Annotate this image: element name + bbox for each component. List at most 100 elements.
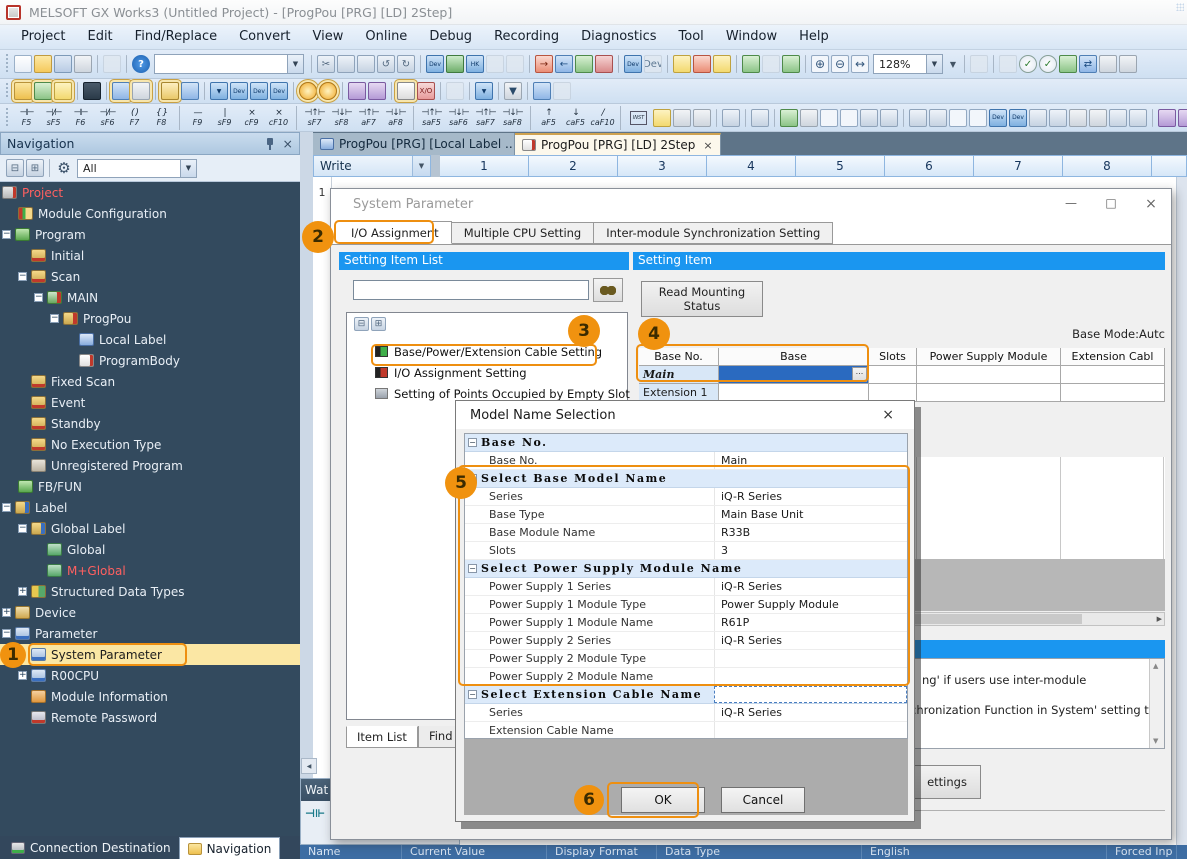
explanation-scrollbar[interactable]: ▲ ▼ <box>1149 659 1164 748</box>
model-grid-row[interactable]: − Power Supply 1 Series iQ-R Series <box>465 578 907 596</box>
edit-note-button[interactable] <box>673 109 691 127</box>
base-cell-selected[interactable]: ... <box>719 366 869 384</box>
model-grid-value[interactable] <box>742 560 907 577</box>
dialog-tab[interactable]: Multiple CPU Setting <box>452 222 595 244</box>
scroll-up-icon[interactable]: ▲ <box>1153 662 1158 670</box>
model-grid-row[interactable]: − Select Extension Cable Name <box>465 686 907 704</box>
ladder-symbol-button[interactable]: —F9 <box>184 106 211 130</box>
jump-next-button[interactable] <box>880 109 898 127</box>
chevron-down-icon[interactable]: ▼ <box>180 160 196 177</box>
menu-item[interactable]: Window <box>715 25 788 49</box>
model-grid-value[interactable] <box>714 668 907 685</box>
unit-chip-button[interactable] <box>83 82 101 100</box>
collapse-icon[interactable]: − <box>468 438 477 447</box>
ladder-symbol-button[interactable]: ( )F7 <box>121 106 148 130</box>
tree-expander-icon[interactable]: − <box>2 629 11 638</box>
nav-tree-item[interactable]: Unregistered Program <box>0 455 300 476</box>
model-grid-row[interactable]: − Base No. <box>465 434 907 452</box>
cell-empty[interactable] <box>869 366 917 384</box>
model-grid-row[interactable]: − Select Power Supply Module Name <box>465 560 907 578</box>
watch-monitor-button[interactable] <box>782 55 800 73</box>
resize-grip[interactable] <box>1176 3 1184 11</box>
mode-dropdown[interactable]: Write ▼ <box>313 155 431 177</box>
check-settings-button[interactable]: ettings <box>913 765 981 799</box>
ladder-symbol-button[interactable]: ⊣↑⊢aF7 <box>355 106 382 130</box>
model-cancel-button[interactable]: Cancel <box>721 787 805 813</box>
swap-window-button[interactable]: ⇄ <box>1079 55 1097 73</box>
nav-tree-item[interactable]: Module Configuration <box>0 203 300 224</box>
model-grid-value[interactable]: 3 <box>714 542 907 559</box>
model-grid-value[interactable]: R33B <box>714 524 907 541</box>
zoom-out-button[interactable]: ⊖ <box>831 55 849 73</box>
nav-tree-item[interactable]: System Parameter <box>0 644 300 665</box>
ladder-symbol-button[interactable]: ⊣/⊢sF5 <box>40 106 67 130</box>
nav-tree-item[interactable]: Local Label <box>0 329 300 350</box>
new-window-button[interactable] <box>1099 55 1117 73</box>
pin-icon[interactable] <box>265 138 275 150</box>
cell-empty[interactable] <box>1061 366 1165 384</box>
search-instruction-button[interactable] <box>840 109 858 127</box>
nav-tree-item[interactable]: Fixed Scan <box>0 371 300 392</box>
cell-empty[interactable] <box>917 366 1061 384</box>
model-grid-value[interactable] <box>714 722 907 739</box>
ladder-symbol-button[interactable]: ↓caF5 <box>562 106 589 130</box>
write-protect-button[interactable] <box>446 82 464 100</box>
column-header[interactable]: 6 <box>885 155 974 177</box>
ladder-symbol-button[interactable]: ⊣↓⊢saF8 <box>499 106 526 130</box>
close-icon[interactable]: × <box>283 136 293 151</box>
menu-item[interactable]: Recording <box>483 25 570 49</box>
insert-mode-button[interactable] <box>397 82 415 100</box>
ladder-symbol-button[interactable]: ⊣/⊢sF6 <box>94 106 121 130</box>
expand-tree-icon[interactable]: ⊞ <box>371 317 386 331</box>
align-ladder-button[interactable] <box>1049 109 1067 127</box>
model-grid-row[interactable]: − Slots 3 <box>465 542 907 560</box>
ladder-symbol-button[interactable]: ⊣↓⊢saF6 <box>445 106 472 130</box>
tree-expander-icon[interactable]: − <box>2 503 11 512</box>
device-entry-button[interactable]: Dev <box>230 82 248 100</box>
column-header[interactable]: 3 <box>618 155 707 177</box>
jump-prev-button[interactable] <box>860 109 878 127</box>
tree-expander-icon[interactable]: + <box>18 671 27 680</box>
link-memory-button[interactable] <box>506 55 524 73</box>
model-grid-value[interactable]: iQ-R Series <box>714 488 907 505</box>
device-tree-button[interactable]: Dev <box>270 82 288 100</box>
toolbar-grip[interactable] <box>4 108 9 127</box>
keyword-combobox[interactable]: ▼ <box>154 54 304 74</box>
stop-button[interactable] <box>999 55 1017 73</box>
start-monitor-button[interactable] <box>742 55 760 73</box>
chevron-down-icon[interactable]: ▼ <box>926 55 942 73</box>
collapse-icon[interactable]: − <box>468 564 477 573</box>
tree-expander-icon[interactable]: − <box>18 272 27 281</box>
dev-comment-button[interactable]: Dev <box>624 55 642 73</box>
toolbar-grip[interactable] <box>4 83 9 100</box>
new-project-button[interactable] <box>14 55 32 73</box>
model-grid-value[interactable]: iQ-R Series <box>714 704 907 721</box>
nav-tree-item[interactable]: M+Global <box>0 560 300 581</box>
change-value-button[interactable] <box>969 109 987 127</box>
tree-expander-icon[interactable]: − <box>18 524 27 533</box>
panel-tab[interactable]: Navigation <box>179 837 281 859</box>
read-from-plc-button[interactable]: ← <box>555 55 573 73</box>
setting-search-input[interactable] <box>353 280 589 300</box>
project-revision-button[interactable] <box>103 55 121 73</box>
column-header[interactable]: 2 <box>529 155 618 177</box>
outline-expand-button[interactable] <box>1089 109 1107 127</box>
model-ok-button[interactable]: OK <box>621 787 705 813</box>
display-setting-button[interactable] <box>533 82 551 100</box>
element-selection-button[interactable] <box>54 82 72 100</box>
model-grid-row[interactable]: − Extension Cable Name <box>465 722 907 739</box>
tree-expand-all-icon[interactable]: ⊞ <box>26 159 44 177</box>
stop-monitor-button[interactable] <box>762 55 780 73</box>
fb-instance-button[interactable] <box>1158 109 1176 127</box>
browse-button[interactable]: ... <box>852 367 867 382</box>
temporary-circuit-button[interactable] <box>909 109 927 127</box>
insert-row-button[interactable] <box>751 109 769 127</box>
scroll-down-icon[interactable]: ▼ <box>1153 737 1158 745</box>
zoom-in-button[interactable]: ⊕ <box>811 55 829 73</box>
verify-with-plc-button[interactable] <box>575 55 593 73</box>
model-grid-row[interactable]: − Base Type Main Base Unit <box>465 506 907 524</box>
model-grid-value[interactable]: iQ-R Series <box>714 578 907 595</box>
tree-expander-icon[interactable]: − <box>50 314 59 323</box>
column-header[interactable]: 8 <box>1063 155 1152 177</box>
clipboard-history-button[interactable] <box>970 55 988 73</box>
